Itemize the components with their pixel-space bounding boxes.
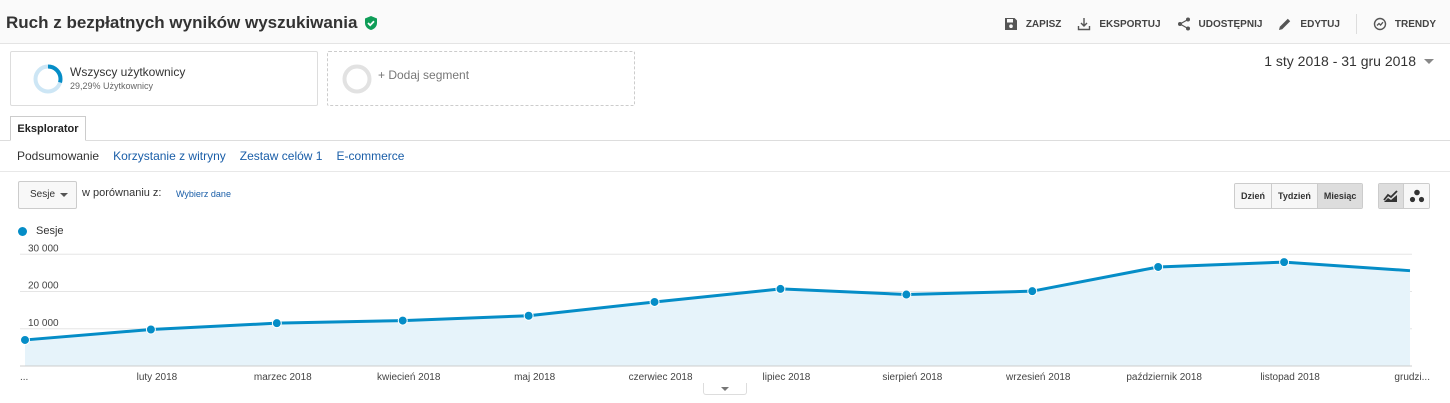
chevron-down-icon xyxy=(60,193,68,197)
empty-ring-icon xyxy=(342,64,372,94)
edit-icon xyxy=(1279,18,1291,30)
period-month-button[interactable]: Miesiąc xyxy=(1317,184,1363,208)
x-tick-label: październik 2018 xyxy=(1126,372,1202,382)
tab-explorer[interactable]: Eksplorator xyxy=(10,116,86,141)
metric-dropdown[interactable]: Sesje xyxy=(18,181,77,209)
subtab-goal-set-1[interactable]: Zestaw celów 1 xyxy=(240,149,323,163)
data-point xyxy=(145,324,156,335)
line-chart-button[interactable] xyxy=(1379,184,1404,208)
motion-chart-button[interactable] xyxy=(1404,184,1429,208)
data-point xyxy=(901,289,912,300)
segment-ring-icon xyxy=(33,64,63,94)
share-button[interactable]: UDOSTĘPNIJ xyxy=(1177,17,1263,31)
sessions-chart: 10 000 20 000 30 000... luty 2018 marzec 201… xyxy=(20,243,1430,382)
export-button[interactable]: EKSPORTUJ xyxy=(1077,17,1161,31)
chevron-down-icon xyxy=(1424,58,1434,64)
y-tick-label: 20 000 xyxy=(28,281,59,292)
trends-icon xyxy=(1373,17,1387,31)
segment-all-users[interactable]: Wszyscy użytkownicy 29,29% Użytkownicy xyxy=(10,51,318,106)
subtabs-divider xyxy=(0,171,1450,172)
chart-view-toggle xyxy=(1378,183,1430,209)
add-segment-label: + Dodaj segment xyxy=(378,68,470,82)
save-button[interactable]: ZAPISZ xyxy=(1004,17,1062,31)
check-shield-icon xyxy=(365,16,378,30)
chart-legend: Sesje xyxy=(18,225,64,237)
x-tick-label: wrzesień 2018 xyxy=(1005,372,1071,382)
y-tick-label: 30 000 xyxy=(28,243,59,254)
share-icon xyxy=(1177,17,1190,31)
subtab-site-usage[interactable]: Korzystanie z witryny xyxy=(113,149,226,163)
page-title-wrap: Ruch z bezpłatnych wyników wyszukiwania xyxy=(6,13,379,33)
add-segment-button[interactable]: + Dodaj segment xyxy=(327,51,635,106)
period-toggle: Dzień Tydzień Miesiąc xyxy=(1234,183,1364,209)
compare-label: w porównaniu z: xyxy=(82,187,162,199)
data-point xyxy=(649,296,660,307)
x-tick-label: grudzi... xyxy=(1394,372,1430,382)
legend-dot xyxy=(18,226,27,236)
y-tick-label: 10 000 xyxy=(28,318,59,329)
x-tick-label: kwiecień 2018 xyxy=(377,372,441,382)
select-metric-link[interactable]: Wybierz dane xyxy=(176,189,231,199)
series-area xyxy=(25,262,1410,366)
report-actions: ZAPISZ EKSPORTUJ UDOSTĘPNIJ EDYTUJ TREND… xyxy=(988,14,1436,34)
x-tick-label: sierpień 2018 xyxy=(882,372,942,382)
x-tick-label: listopad 2018 xyxy=(1260,372,1320,382)
x-tick-label: luty 2018 xyxy=(137,372,178,382)
trends-label: TRENDY xyxy=(1394,18,1436,30)
report-header: Ruch z bezpłatnych wyników wyszukiwania … xyxy=(0,0,1450,44)
period-day-button[interactable]: Dzień xyxy=(1235,184,1273,208)
x-tick-label: lipiec 2018 xyxy=(763,372,811,382)
edit-button[interactable]: EDYTUJ xyxy=(1278,17,1340,31)
page-title: Ruch z bezpłatnych wyników wyszukiwania xyxy=(6,13,358,32)
save-icon xyxy=(1004,18,1017,30)
data-point xyxy=(775,283,786,294)
metric-dropdown-value: Sesje xyxy=(30,189,56,200)
date-range-label: 1 sty 2018 - 31 gru 2018 xyxy=(1264,53,1416,69)
segment-name: Wszyscy użytkownicy xyxy=(70,65,186,79)
data-point xyxy=(1279,257,1290,268)
x-tick-label: czerwiec 2018 xyxy=(629,372,693,382)
data-point xyxy=(397,315,408,326)
segment-share: 29,29% Użytkownicy xyxy=(70,81,154,91)
subtab-summary[interactable]: Podsumowanie xyxy=(17,149,99,163)
line-chart-icon xyxy=(1383,190,1398,202)
trends-button[interactable]: TRENDY xyxy=(1373,17,1436,31)
tab-bar-line xyxy=(0,140,1450,141)
share-label: UDOSTĘPNIJ xyxy=(1198,18,1263,30)
collapse-chart-handle[interactable] xyxy=(703,383,747,395)
edit-label: EDYTUJ xyxy=(1300,18,1340,30)
export-icon xyxy=(1078,18,1091,31)
data-point xyxy=(523,310,534,321)
data-point xyxy=(20,334,30,345)
save-label: ZAPISZ xyxy=(1025,18,1062,30)
period-week-button[interactable]: Tydzień xyxy=(1272,184,1318,208)
subtab-ecommerce[interactable]: E-commerce xyxy=(336,149,404,163)
data-point xyxy=(271,318,282,329)
x-tick-label: marzec 2018 xyxy=(254,372,312,382)
data-point xyxy=(1027,286,1038,297)
legend-label: Sesje xyxy=(36,225,64,237)
actions-divider xyxy=(1355,14,1357,34)
chevron-down-icon xyxy=(721,386,729,391)
date-range-picker[interactable]: 1 sty 2018 - 31 gru 2018 xyxy=(1264,53,1434,69)
x-tick-label: ... xyxy=(20,372,28,382)
x-tick-label: maj 2018 xyxy=(514,372,556,382)
motion-chart-icon xyxy=(1409,189,1424,203)
subtabs: Podsumowanie Korzystanie z witryny Zesta… xyxy=(17,149,418,163)
export-label: EKSPORTUJ xyxy=(1099,18,1161,30)
data-point xyxy=(1153,261,1164,272)
